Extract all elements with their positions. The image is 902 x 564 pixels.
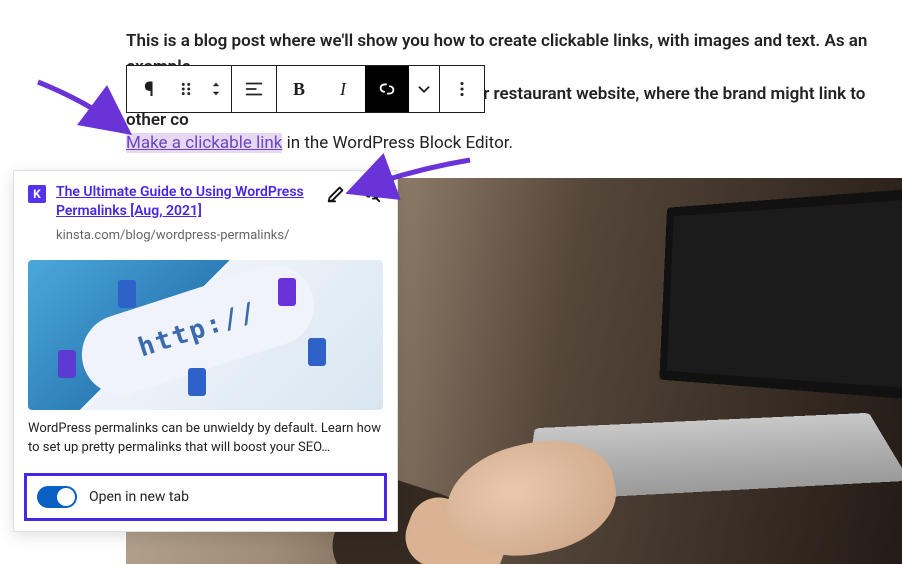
preview-figure — [118, 280, 136, 308]
align-left-icon — [243, 78, 265, 100]
open-in-new-tab-row: Open in new tab — [24, 473, 387, 521]
site-favicon: K — [28, 185, 46, 203]
drag-handle[interactable] — [171, 66, 201, 112]
toolbar-group-format: B I — [277, 66, 440, 112]
link-url: kinsta.com/blog/wordpress-permalinks/ — [56, 227, 317, 245]
arrow-icon — [28, 72, 168, 162]
link-title[interactable]: The Ultimate Guide to Using WordPress Pe… — [56, 183, 317, 221]
toolbar-group-align — [232, 66, 277, 112]
open-in-new-tab-label: Open in new tab — [89, 489, 189, 505]
align-button[interactable] — [232, 66, 276, 112]
toolbar-group-more — [440, 66, 484, 112]
link-info: The Ultimate Guide to Using WordPress Pe… — [56, 183, 317, 244]
photo-laptop-screen — [659, 188, 902, 399]
drag-icon — [175, 78, 197, 100]
options-button[interactable] — [440, 66, 484, 112]
preview-pill-text: http:// — [135, 297, 262, 364]
preview-figure — [188, 368, 206, 396]
block-toolbar: ¶ B I — [126, 65, 485, 113]
link-icon — [376, 78, 398, 100]
italic-button[interactable]: I — [321, 66, 365, 112]
site-favicon-letter: K — [33, 187, 41, 201]
move-buttons[interactable] — [201, 66, 231, 112]
arrow-icon — [330, 150, 480, 230]
preview-figure — [58, 350, 76, 378]
toggle-knob — [57, 488, 75, 506]
more-vertical-icon — [451, 78, 473, 100]
annotation-arrow-left — [28, 72, 168, 166]
photo-laptop — [532, 218, 902, 478]
link-button[interactable] — [365, 66, 409, 112]
move-up-down-icon — [205, 78, 227, 100]
chevron-down-icon — [413, 78, 435, 100]
annotation-arrow-right — [330, 150, 480, 234]
preview-figure — [308, 338, 326, 366]
bold-button[interactable]: B — [277, 66, 321, 112]
more-rich-text-button[interactable] — [409, 66, 439, 112]
bold-icon: B — [293, 79, 305, 100]
italic-icon: I — [340, 79, 346, 100]
preview-figure — [278, 278, 296, 306]
link-description: WordPress permalinks can be unwieldy by … — [14, 420, 397, 468]
open-in-new-tab-toggle[interactable] — [37, 486, 77, 508]
link-preview-image: http:// — [28, 260, 383, 410]
